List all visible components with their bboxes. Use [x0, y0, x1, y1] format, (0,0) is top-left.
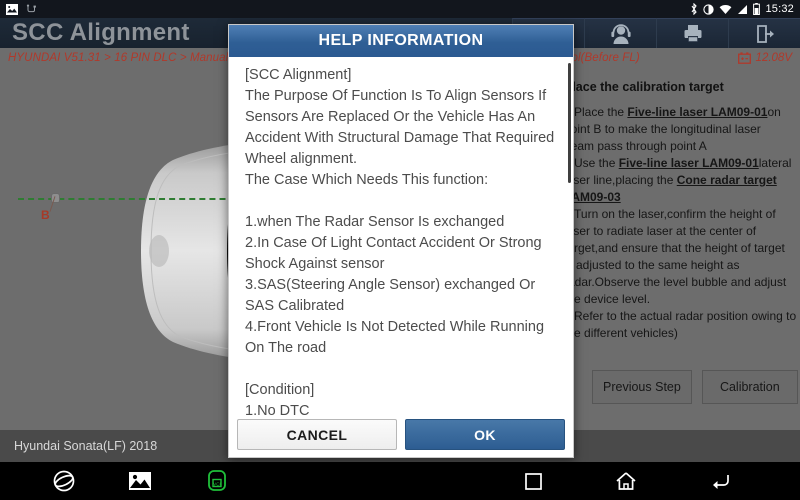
instruction-lines: 1.Place the Five-line laser LAM09-01on po… [564, 104, 796, 342]
voltage-indicator: 12.08V [737, 52, 800, 64]
dnd-icon [703, 3, 715, 15]
instruction-panel: Place the calibration target 1.Place the… [560, 68, 800, 430]
dialog-paragraph-spacer [245, 191, 561, 212]
previous-step-button[interactable]: Previous Step [592, 370, 692, 404]
screenshot-icon [6, 3, 18, 15]
ok-button[interactable]: OK [405, 419, 565, 450]
printer-icon [684, 25, 701, 42]
dialog-actions: CANCEL OK [229, 419, 573, 457]
headset-icon [610, 23, 631, 44]
dialog-paragraph: [SCC Alignment] [245, 67, 352, 83]
recents-icon[interactable] [525, 472, 542, 490]
back-icon[interactable] [710, 473, 730, 490]
nav-left-shortcuts: VCI [0, 469, 230, 493]
instruction-line: point B to make the longitudinal laser [564, 122, 761, 136]
dialog-paragraph: [Condition] [245, 382, 315, 398]
instruction-line: 2.Use the Five-line laser LAM09-01latera… [564, 156, 792, 170]
instruction-line: beam pass through point A [564, 139, 707, 153]
dialog-title: HELP INFORMATION [229, 25, 573, 57]
action-button-row: Previous Step Calibration [592, 370, 798, 404]
exit-icon [756, 24, 774, 43]
signal-icon [738, 4, 748, 14]
cancel-button[interactable]: CANCEL [237, 419, 397, 450]
status-bar-right-icons: 15:32 [690, 3, 794, 15]
instruction-line: the device level. [564, 292, 651, 306]
dialog-scrollbar[interactable] [568, 63, 571, 183]
instruction-line: radar.Observe the level bubble and adjus… [564, 275, 787, 289]
voltage-value: 12.08V [755, 52, 792, 64]
home-icon[interactable] [616, 472, 636, 490]
instruction-line: target,and ensure that the height of tar… [564, 241, 785, 255]
android-nav-bar: VCI [0, 462, 800, 500]
usb-icon [26, 4, 36, 12]
instruction-line: 1.Place the Five-line laser LAM09-01on [564, 105, 781, 119]
instruction-line: laser line,placing the Cone radar target [564, 173, 777, 187]
dialog-paragraph: 2.In Case Of Light Contact Accident Or S… [245, 235, 542, 272]
clock: 15:32 [765, 3, 794, 15]
calibration-button[interactable]: Calibration [701, 370, 798, 404]
battery-icon [753, 3, 761, 15]
status-bar-left-icons [6, 3, 37, 15]
tablet-screen: 15:32 SCC Alignment ? [0, 0, 800, 500]
nav-system-buttons [525, 472, 800, 490]
dialog-paragraph: 1.when The Radar Sensor Is exchanged [245, 214, 505, 230]
instruction-line: laser to radiate laser at the center of [564, 224, 757, 238]
page-title: SCC Alignment [12, 19, 190, 46]
print-button[interactable] [656, 18, 728, 48]
help-information-dialog: HELP INFORMATION [SCC Alignment] The Purp… [228, 24, 574, 458]
instruction-line: is adjusted to the same height as [564, 258, 740, 272]
browser-icon[interactable] [52, 469, 76, 493]
bluetooth-icon [692, 3, 698, 15]
dialog-paragraph-spacer [245, 359, 561, 380]
dialog-paragraph: 4.Front Vehicle Is Not Detected While Ru… [245, 319, 545, 356]
instruction-heading: Place the calibration target [564, 80, 724, 94]
dialog-paragraph: 3.SAS(Steering Angle Sensor) exchanged O… [245, 277, 536, 314]
vci-icon[interactable]: VCI [204, 470, 230, 492]
instruction-line: the different vehicles) [564, 326, 678, 340]
svg-text:VCI: VCI [213, 481, 221, 486]
dialog-body[interactable]: [SCC Alignment] The Purpose Of Function I… [229, 57, 573, 419]
battery-voltage-icon [737, 52, 751, 64]
vehicle-name: Hyundai Sonata(LF) 2018 [14, 439, 158, 453]
android-status-bar: 15:32 [0, 0, 800, 18]
dialog-paragraph: The Purpose Of Function Is To Align Sens… [245, 88, 555, 167]
dialog-paragraph: The Case Which Needs This function: [245, 172, 489, 188]
dialog-paragraphs: [SCC Alignment] The Purpose Of Function I… [245, 65, 561, 419]
instruction-line: 3.Turn on the laser,confirm the height o… [564, 207, 776, 221]
gallery-icon[interactable] [128, 471, 152, 491]
wifi-icon [720, 4, 732, 14]
instruction-line: 4.Refer to the actual radar position owi… [564, 309, 797, 323]
exit-button[interactable] [728, 18, 800, 48]
dialog-paragraph: 1.No DTC [245, 403, 310, 419]
point-b-label: B [41, 208, 50, 222]
instruction-line: LAM09-03 [564, 190, 621, 204]
support-button[interactable] [584, 18, 656, 48]
